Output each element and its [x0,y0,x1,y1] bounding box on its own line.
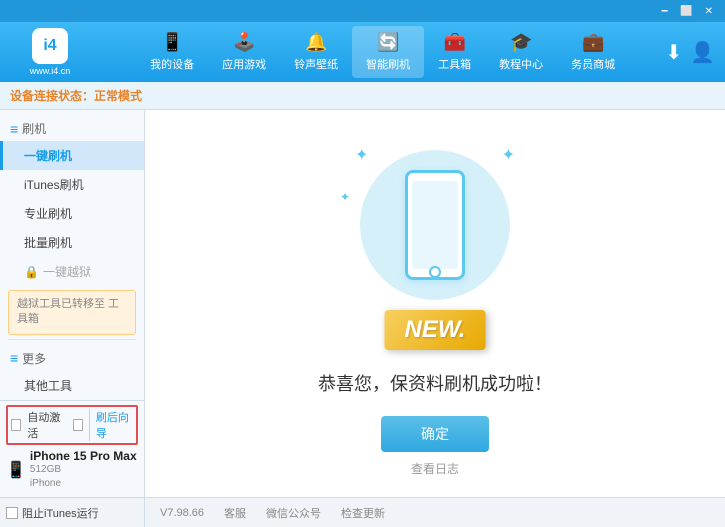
sidebar-item-other-tools[interactable]: 其他工具 [0,371,144,400]
header-actions: ⬇ 👤 [665,40,715,65]
sidebar-item-jailbreak: 🔒 一键越狱 [0,257,144,286]
sidebar: ≡ 刷机 一键刷机 iTunes刷机 专业刷机 批量刷机 🔒 一键越狱 [0,110,145,497]
sidebar-item-pro-flash[interactable]: 专业刷机 [0,199,144,228]
sidebar-flash-label: 刷机 [22,120,46,137]
minimize-icon[interactable]: 🗕 [657,1,672,22]
status-prefix: 设备连接状态： [10,87,94,104]
sparkle-icon-3: ✦ [340,190,350,204]
one-click-flash-label: 一键刷机 [24,149,72,163]
nav-service[interactable]: 💼 务员商城 [557,26,629,78]
success-illustration: ✦ ✦ ✦ NEW. [335,130,535,350]
device-name: iPhone 15 Pro Max [30,449,137,463]
nav-ringtones[interactable]: 🔔 铃声壁纸 [280,26,352,78]
sparkle-icon-1: ✦ [355,145,368,165]
sidebar-item-itunes-flash[interactable]: iTunes刷机 [0,170,144,199]
phone-body [405,170,465,280]
smart-flash-icon: 🔄 [377,32,399,53]
toolbox-icon: 🧰 [443,32,465,53]
pro-flash-label: 专业刷机 [24,207,72,221]
sidebar-scroll: ≡ 刷机 一键刷机 iTunes刷机 专业刷机 批量刷机 🔒 一键越狱 [0,110,144,400]
phone-screen [412,181,458,269]
jailbreak-label: 一键越狱 [43,263,91,280]
window-titlebar: 🗕 ⬜ ✕ [0,0,725,22]
status-bar: 设备连接状态： 正常模式 [0,82,725,110]
main-section: ≡ 刷机 一键刷机 iTunes刷机 专业刷机 批量刷机 🔒 一键越狱 [0,110,725,497]
device-info: 📱 iPhone 15 Pro Max 512GB iPhone [6,447,138,493]
batch-flash-label: 批量刷机 [24,236,72,250]
app-window: 🗕 ⬜ ✕ i4 www.i4.cn 📱 我的设备 🕹️ 应用游戏 🔔 铃声壁纸 [0,0,725,527]
nav-smart-flash[interactable]: 🔄 智能刷机 [352,26,424,78]
main-header: i4 www.i4.cn 📱 我的设备 🕹️ 应用游戏 🔔 铃声壁纸 🔄 智能刷… [0,22,725,82]
tutorial-icon: 🎓 [510,32,532,53]
itunes-checkbox[interactable] [6,507,18,519]
nav-toolbox-label: 工具箱 [438,56,471,72]
check-update-link[interactable]: 检查更新 [341,505,385,521]
lock-icon: 🔒 [24,265,39,279]
notice-text: 越狱工具已转移至 工具箱 [17,298,119,325]
sidebar-item-one-click-flash[interactable]: 一键刷机 [0,141,144,170]
device-phone-icon: 📱 [6,460,26,480]
nav-ringtones-label: 铃声壁纸 [294,56,338,72]
view-log-link[interactable]: 查看日志 [411,460,459,477]
itunes-checkbox-row: 阻止iTunes运行 [6,505,99,521]
success-message: 恭喜您，保资料刷机成功啦！ [318,370,552,396]
nav-my-device-label: 我的设备 [150,56,194,72]
new-badge-text: NEW. [405,316,466,343]
more-section-icon: ≡ [10,350,18,366]
sidebar-more-label: 更多 [22,350,46,367]
my-device-icon: 📱 [161,32,183,53]
itunes-flash-label: iTunes刷机 [24,178,84,192]
phone-circle [360,150,510,300]
logo-url: www.i4.cn [30,66,71,76]
apps-icon: 🕹️ [233,32,255,53]
wechat-link[interactable]: 微信公众号 [266,505,321,521]
version-label: V7.98.66 [160,507,204,519]
nav-apps-label: 应用游戏 [222,56,266,72]
new-badge: NEW. [385,310,486,350]
nav-my-device[interactable]: 📱 我的设备 [136,26,208,78]
sidebar-item-batch-flash[interactable]: 批量刷机 [0,228,144,257]
service-icon: 💼 [582,32,604,53]
nav-toolbox[interactable]: 🧰 工具箱 [424,26,485,78]
device-options-row: 自动激活 刷后向导 [6,405,138,445]
nav-tutorial-label: 教程中心 [499,56,543,72]
auto-activate-label[interactable]: 自动激活 [27,409,64,441]
nav-tutorial[interactable]: 🎓 教程中心 [485,26,557,78]
device-storage: 512GB [30,463,137,477]
logo-icon: i4 [32,28,68,64]
nav-smart-flash-label: 智能刷机 [366,56,410,72]
guide-checkbox[interactable] [73,419,83,431]
nav-service-label: 务员商城 [571,56,615,72]
customer-service-link[interactable]: 客服 [224,505,246,521]
auto-activate-checkbox[interactable] [11,419,21,431]
nav-apps-games[interactable]: 🕹️ 应用游戏 [208,26,280,78]
app-logo: i4 www.i4.cn [10,28,90,76]
sidebar-divider [8,339,136,340]
guide-label[interactable]: 刷后向导 [89,409,133,441]
main-nav: 📱 我的设备 🕹️ 应用游戏 🔔 铃声壁纸 🔄 智能刷机 🧰 工具箱 🎓 [100,26,665,78]
sidebar-more-section: ≡ 更多 [0,344,144,371]
phone-home-button [429,266,441,278]
bottom-right: V7.98.66 客服 微信公众号 检查更新 [145,505,725,521]
status-value: 正常模式 [94,87,142,104]
sidebar-notice: 越狱工具已转移至 工具箱 [8,290,136,335]
other-tools-label: 其他工具 [24,379,72,393]
sparkle-icon-2: ✦ [502,145,515,165]
confirm-button[interactable]: 确定 [381,416,489,452]
flash-section-icon: ≡ [10,121,18,137]
sidebar-flash-section: ≡ 刷机 [0,114,144,141]
bottom-left: 阻止iTunes运行 [0,498,145,527]
close-icon[interactable]: ✕ [701,4,717,19]
bottom-bar: 阻止iTunes运行 V7.98.66 客服 微信公众号 检查更新 [0,497,725,527]
maximize-icon[interactable]: ⬜ [676,4,696,19]
ringtones-icon: 🔔 [305,32,327,53]
device-type: iPhone [30,477,137,491]
itunes-label: 阻止iTunes运行 [22,505,99,521]
download-icon[interactable]: ⬇ [665,40,682,65]
sidebar-device-section: 自动激活 刷后向导 📱 iPhone 15 Pro Max 512GB iPho… [0,400,144,497]
content-area: ✦ ✦ ✦ NEW. 恭喜您，保资料刷机成功啦！ 确定 查看日志 [145,110,725,497]
user-icon[interactable]: 👤 [690,40,715,65]
